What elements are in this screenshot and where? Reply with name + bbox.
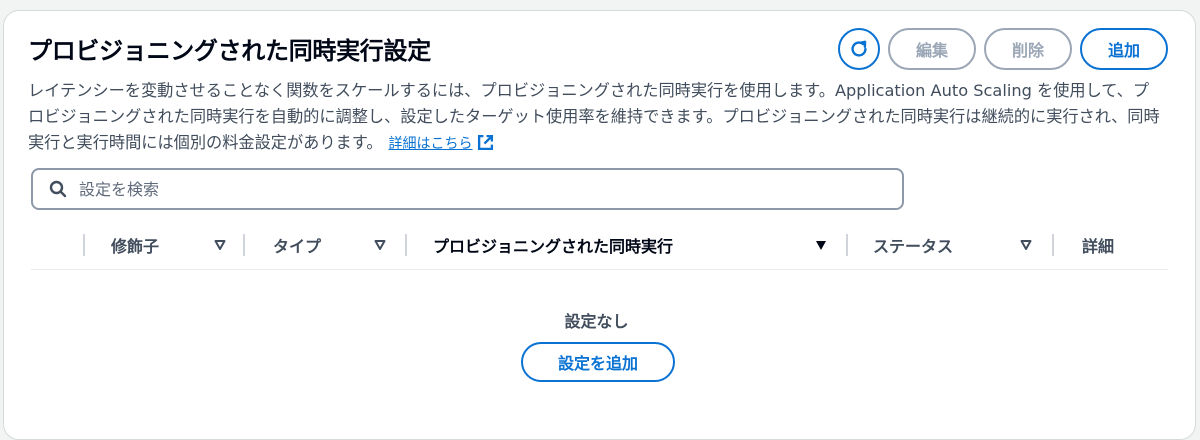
search-icon [49, 180, 67, 198]
description-text: レイテンシーを変動させることなく関数をスケールするには、プロビジョニングされた同… [28, 81, 1160, 152]
external-link-icon [477, 134, 493, 151]
search-field[interactable] [31, 168, 904, 210]
delete-button[interactable]: 削除 [983, 28, 1072, 70]
learn-more-link[interactable]: 詳細はこちら [388, 134, 494, 152]
column-divider [405, 234, 407, 256]
add-setting-button[interactable]: 設定を追加 [521, 342, 675, 382]
empty-state-title: 設定なし [564, 312, 629, 331]
column-header-qualifier[interactable]: 修飾子 [111, 225, 159, 265]
column-label: 詳細 [1082, 237, 1115, 256]
column-header-status[interactable]: ステータス [873, 225, 953, 265]
sort-unsorted-icon[interactable] [1020, 239, 1032, 251]
sort-unsorted-icon[interactable] [374, 239, 386, 251]
header-actions: 編集 削除 追加 [837, 28, 1168, 70]
column-header-provisioned-concurrency[interactable]: プロビジョニングされた同時実行 [433, 225, 673, 265]
edit-button[interactable]: 編集 [887, 28, 976, 70]
column-label: プロビジョニングされた同時実行 [433, 237, 674, 256]
refresh-button[interactable] [837, 28, 880, 70]
column-label: 修飾子 [111, 237, 160, 256]
column-label: ステータス [873, 237, 954, 256]
search-input[interactable] [79, 179, 859, 199]
column-header-details: 詳細 [1082, 225, 1114, 265]
refresh-icon [851, 40, 867, 57]
column-label: タイプ [273, 237, 322, 256]
description: レイテンシーを変動させることなく関数をスケールするには、プロビジョニングされた同… [28, 78, 1163, 157]
learn-more-label: 詳細はこちら [388, 136, 473, 152]
sort-unsorted-icon[interactable] [214, 239, 226, 251]
column-divider [83, 234, 85, 256]
table-header: 修飾子 タイプ プロビジョニングされた同時実行 ステータス 詳細 [31, 225, 1168, 270]
page-title: プロビジョニングされた同時実行設定 [28, 37, 431, 65]
column-divider [1052, 234, 1054, 256]
sort-descending-icon[interactable] [815, 239, 827, 251]
column-header-type[interactable]: タイプ [273, 225, 321, 265]
column-divider [243, 234, 245, 256]
column-divider [846, 234, 848, 256]
add-button[interactable]: 追加 [1079, 28, 1168, 70]
